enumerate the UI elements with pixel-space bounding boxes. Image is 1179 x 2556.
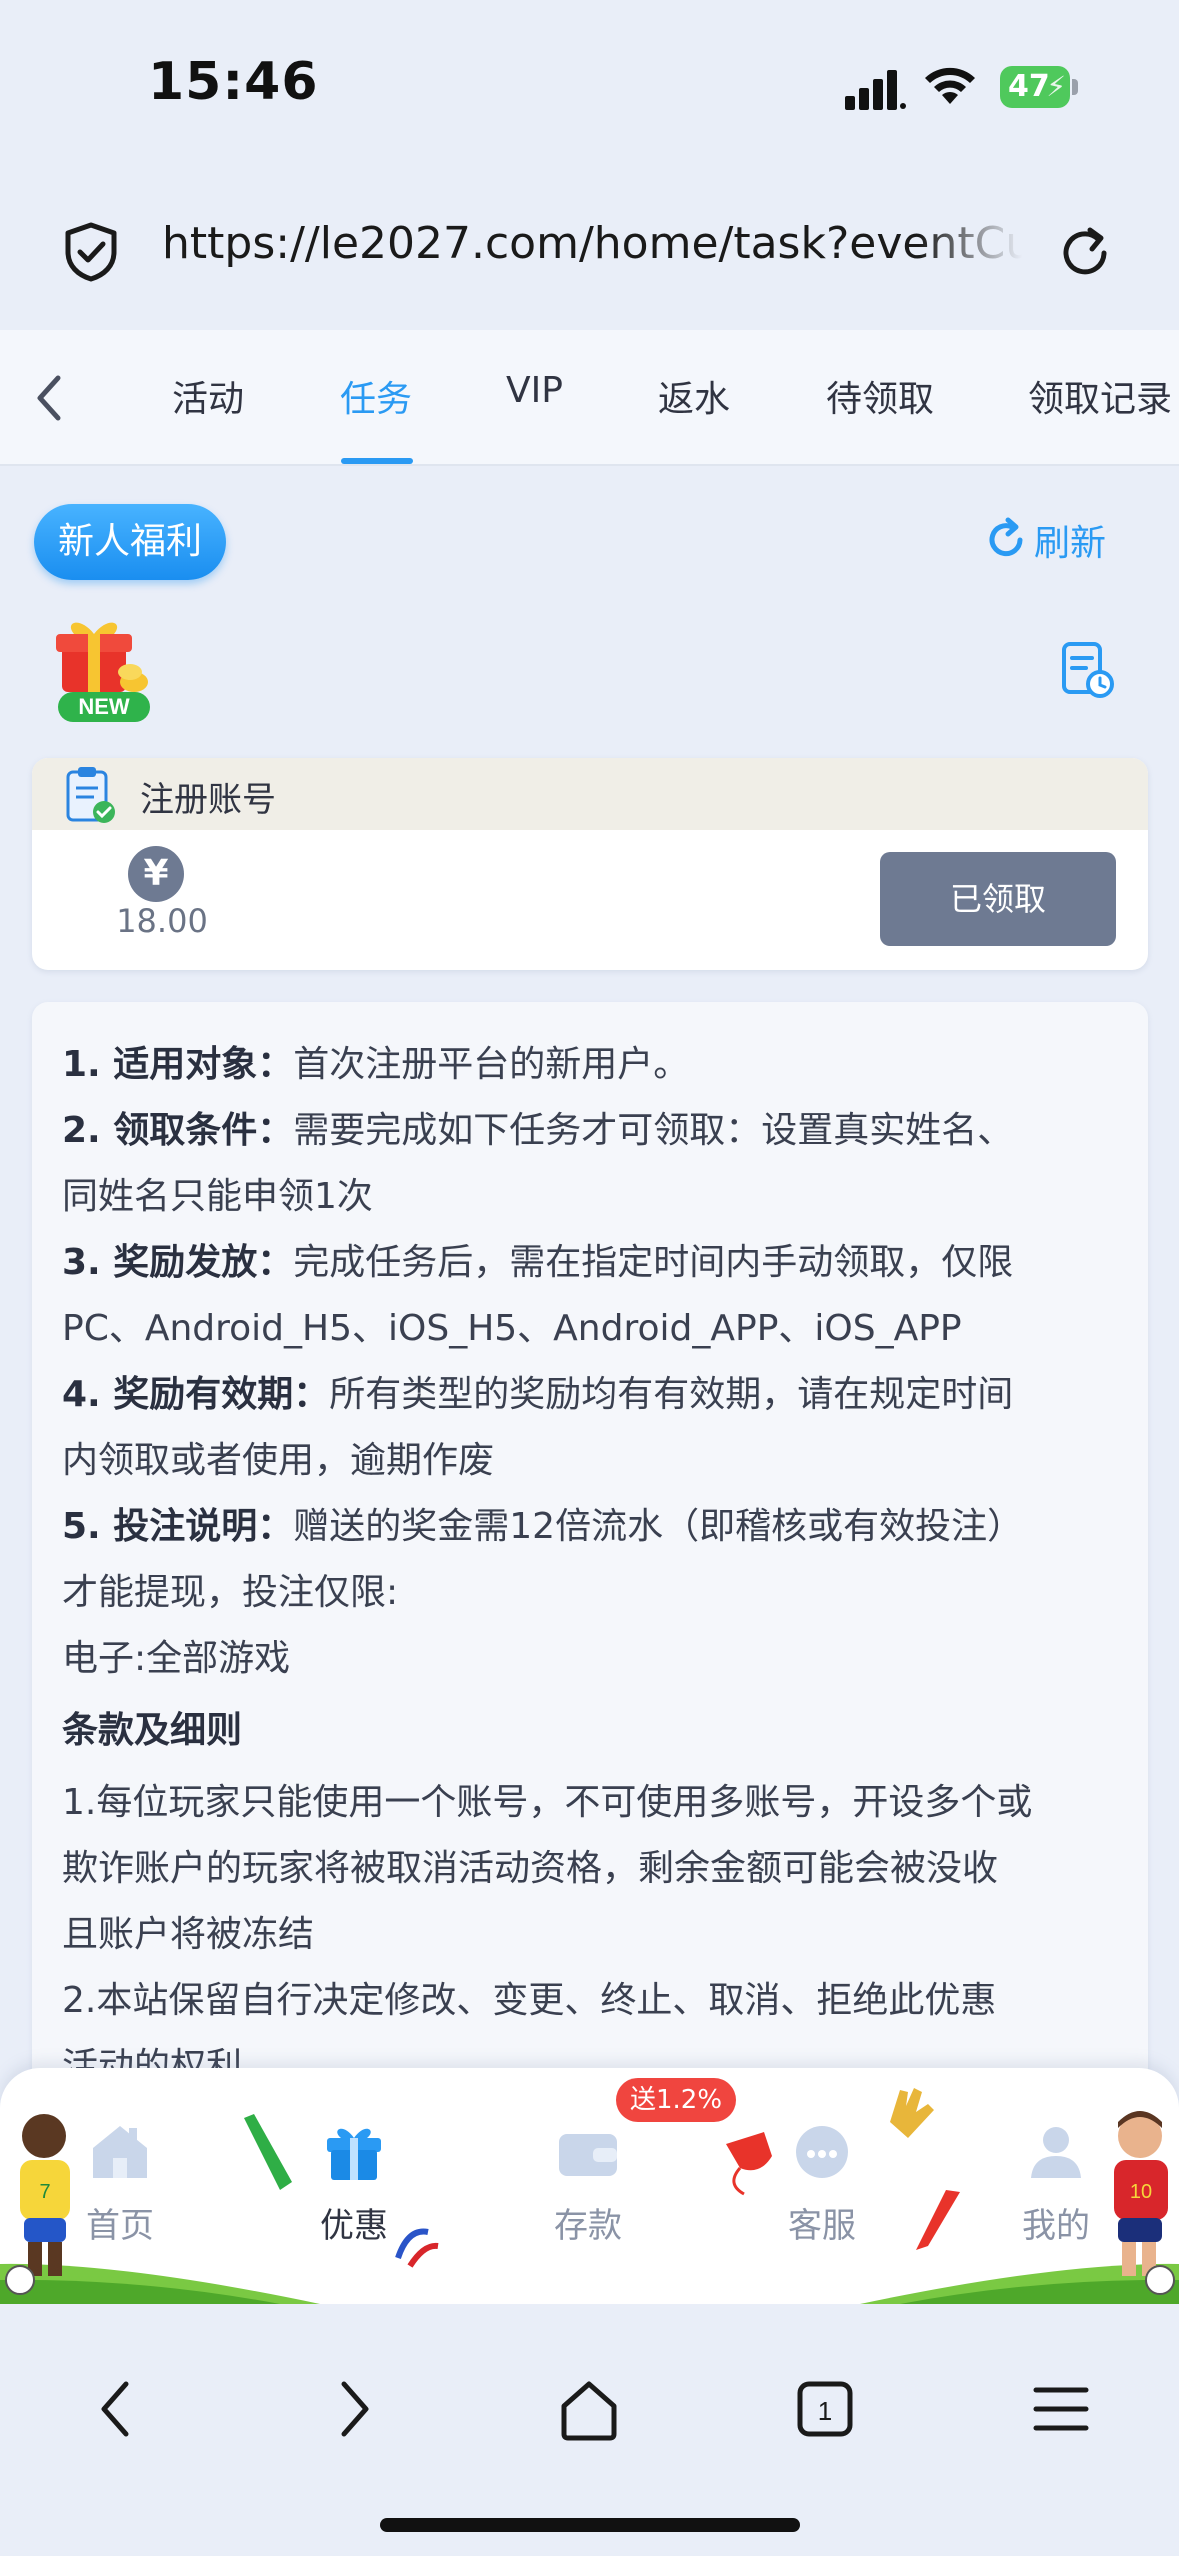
rule-betting-cont: 才能提现，投注仅限: bbox=[62, 1572, 399, 1613]
term-1-line-3: 且账户将被冻结 bbox=[62, 1914, 315, 1955]
nav-mine[interactable]: 我的 bbox=[986, 2116, 1126, 2247]
nav-promo[interactable]: 优惠 bbox=[284, 2116, 424, 2247]
new-gift-icon: NEW bbox=[56, 622, 150, 722]
rule-validity-cont: 内领取或者使用，逾期作废 bbox=[62, 1440, 495, 1481]
nav-mine-label: 我的 bbox=[1022, 2206, 1090, 2246]
wallet-icon bbox=[559, 2134, 617, 2176]
nav-deposit[interactable]: 存款 bbox=[518, 2116, 658, 2247]
term-1-line-2: 欺诈账户的玩家将被取消活动资格，剩余金额可能会被没收 bbox=[62, 1848, 999, 1889]
url-text[interactable]: https://le2027.com/home/task?eventCurren… bbox=[162, 218, 1022, 282]
shield-check-icon bbox=[65, 222, 117, 282]
wifi-icon bbox=[925, 67, 975, 104]
new-user-welfare-badge[interactable]: 新人福利 bbox=[34, 504, 226, 580]
refresh-button[interactable]: 刷新 bbox=[982, 510, 1106, 570]
svg-text:NEW: NEW bbox=[78, 694, 130, 719]
task-title: 注册账号 bbox=[140, 780, 276, 820]
tab-tasks[interactable]: 任务 bbox=[340, 370, 412, 422]
refresh-icon bbox=[989, 517, 1023, 557]
clipboard-check-icon bbox=[66, 767, 115, 823]
rule-target: 1. 适用对象：首次注册平台的新用户。 bbox=[62, 1044, 690, 1085]
rule-validity: 4. 奖励有效期：所有类型的奖励均有有效期，请在规定时间 bbox=[62, 1374, 1014, 1415]
term-2-line-1: 2.本站保留自行决定修改、变更、终止、取消、拒绝此优惠 bbox=[62, 1980, 997, 2021]
browser-back-icon[interactable] bbox=[82, 2374, 152, 2444]
battery-level: 47 bbox=[1008, 69, 1050, 104]
rules-description: 1. 适用对象：首次注册平台的新用户。 2. 领取条件：需要完成如下任务才可领取… bbox=[32, 1002, 1148, 2088]
tab-activities[interactable]: 活动 bbox=[172, 370, 244, 422]
svg-text:7: 7 bbox=[39, 2181, 50, 2203]
browser-forward-icon[interactable] bbox=[318, 2374, 388, 2444]
nav-promo-label: 优惠 bbox=[320, 2206, 388, 2246]
claimed-button[interactable]: 已领取 bbox=[880, 852, 1116, 946]
main-content: 新人福利 刷新 NEW 注册账号 ¥ 18.00 已领取 1. 适用对象：首次注… bbox=[0, 468, 1179, 2088]
nav-home[interactable]: 首页 bbox=[50, 2116, 190, 2247]
tab-navigation: 活动 任务 VIP 返水 待领取 领取记录 bbox=[0, 330, 1179, 466]
bottom-navigation: 7 10 首页 优惠 存款 送1.2% 客服 我的 bbox=[0, 2068, 1179, 2304]
red-vuvuzela-icon bbox=[916, 2190, 960, 2250]
yen-icon: ¥ bbox=[128, 846, 184, 902]
tab-rebate[interactable]: 返水 bbox=[658, 370, 730, 422]
refresh-label: 刷新 bbox=[1034, 523, 1107, 564]
active-tab-indicator bbox=[341, 458, 413, 464]
customer-service-icon bbox=[796, 2126, 848, 2178]
nav-home-label: 首页 bbox=[86, 2206, 154, 2246]
nav-deposit-label: 存款 bbox=[554, 2206, 622, 2246]
tab-pending[interactable]: 待领取 bbox=[826, 370, 934, 422]
status-bar: 15:46 47 ⚡ bbox=[0, 0, 1179, 170]
address-bar[interactable]: https://le2027.com/home/task?eventCurren… bbox=[0, 170, 1179, 330]
svg-text:1: 1 bbox=[818, 2396, 832, 2426]
back-chevron-icon[interactable] bbox=[30, 370, 70, 426]
home-indicator bbox=[380, 2518, 800, 2532]
battery-icon: 47 ⚡ bbox=[1000, 66, 1078, 108]
reload-icon[interactable] bbox=[1054, 222, 1116, 284]
browser-home-icon[interactable] bbox=[554, 2374, 624, 2444]
tab-claim-history[interactable]: 领取记录 bbox=[1028, 370, 1172, 422]
browser-toolbar: 1 bbox=[0, 2304, 1179, 2556]
browser-menu-icon[interactable] bbox=[1026, 2374, 1096, 2444]
home-icon bbox=[93, 2126, 147, 2178]
browser-tabs-icon[interactable]: 1 bbox=[790, 2374, 860, 2444]
nav-service-label: 客服 bbox=[788, 2206, 856, 2246]
user-profile-icon bbox=[1031, 2127, 1081, 2178]
cellular-signal-icon bbox=[845, 70, 906, 110]
term-1-line-1: 1.每位玩家只能使用一个账号，不可使用多账号，开设多个或 bbox=[62, 1782, 1033, 1823]
deposit-bonus-badge: 送1.2% bbox=[616, 2078, 736, 2122]
rule-betting: 5. 投注说明：赠送的奖金需12倍流水（即稽核或有效投注） bbox=[62, 1506, 1024, 1547]
rule-claim-condition: 2. 领取条件：需要完成如下任务才可领取：设置真实姓名、 bbox=[62, 1110, 1014, 1151]
nav-service[interactable]: 客服 bbox=[752, 2116, 892, 2247]
status-time: 15:46 bbox=[148, 52, 319, 112]
svg-text:10: 10 bbox=[1130, 2181, 1152, 2203]
rule-distribution: 3. 奖励发放：完成任务后，需在指定时间内手动领取，仅限 bbox=[62, 1242, 1014, 1283]
task-card-register: 注册账号 ¥ 18.00 已领取 bbox=[32, 758, 1148, 970]
rule-distribution-cont: PC、Android_H5、iOS_H5、Android_APP、iOS_APP bbox=[62, 1308, 962, 1349]
reward-amount: 18.00 bbox=[116, 902, 208, 940]
rule-claim-condition-cont: 同姓名只能申领1次 bbox=[62, 1176, 373, 1217]
task-record-icon[interactable] bbox=[1060, 640, 1116, 700]
rule-betting-games: 电子:全部游戏 bbox=[62, 1638, 291, 1679]
task-card-header: 注册账号 bbox=[32, 758, 1148, 830]
terms-title: 条款及细则 bbox=[62, 1710, 243, 1751]
tab-vip[interactable]: VIP bbox=[506, 370, 563, 411]
gift-icon bbox=[327, 2128, 381, 2180]
